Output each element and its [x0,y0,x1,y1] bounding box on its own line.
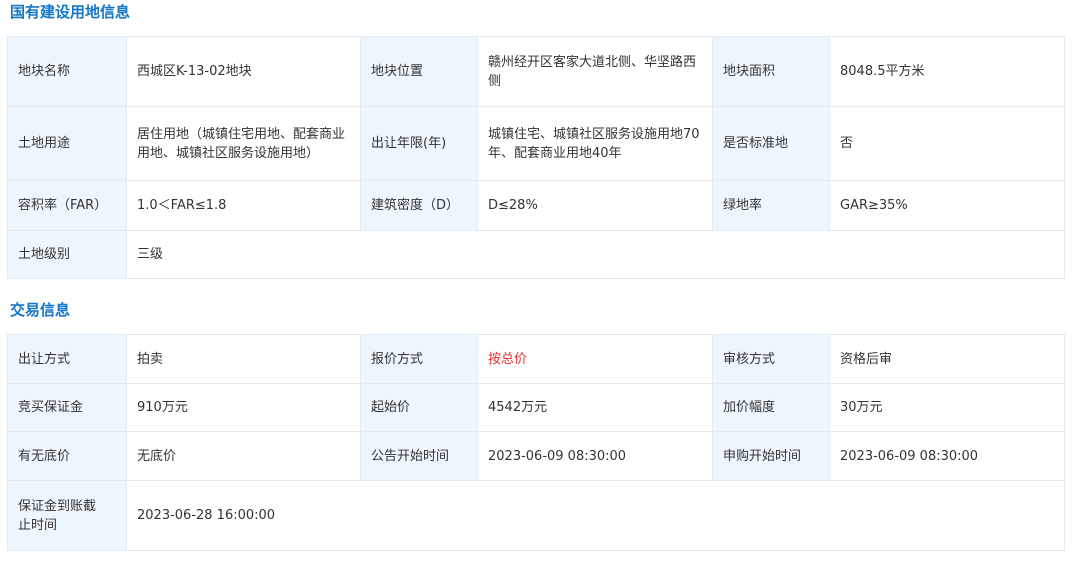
table-row: 出让方式 拍卖 报价方式 按总价 审核方式 资格后审 [7,334,1065,384]
field-value: 2023-06-09 08:30:00 [829,431,1065,481]
field-value: 按总价 [477,334,713,384]
field-label: 加价幅度 [712,383,830,432]
field-value: 30万元 [829,383,1065,432]
field-label: 出让方式 [7,334,127,384]
field-value: 1.0＜FAR≤1.8 [126,180,361,231]
field-label: 地块名称 [7,36,127,107]
section-title-transaction-info: 交易信息 [10,301,71,319]
field-label: 建筑密度（D） [360,180,478,231]
field-value: 城镇住宅、城镇社区服务设施用地70年、配套商业用地40年 [477,106,713,181]
table-row: 地块名称 西城区K-13-02地块 地块位置 赣州经开区客家大道北侧、华坚路西侧 地块面… [7,36,1065,107]
field-label: 土地级别 [7,230,127,279]
field-value: 拍卖 [126,334,361,384]
table-row: 竞买保证金 910万元 起始价 4542万元 加价幅度 30万元 [7,383,1065,432]
field-value: 居住用地（城镇住宅用地、配套商业用地、城镇社区服务设施用地） [126,106,361,181]
field-label: 保证金到账截止时间 [7,480,127,551]
field-label: 绿地率 [712,180,830,231]
field-label: 是否标准地 [712,106,830,181]
field-label: 土地用途 [7,106,127,181]
field-value: D≤28% [477,180,713,231]
field-value: 4542万元 [477,383,713,432]
field-value: 否 [829,106,1065,181]
field-label: 地块位置 [360,36,478,107]
table-row: 土地用途 居住用地（城镇住宅用地、配套商业用地、城镇社区服务设施用地） 出让年限(年… [7,106,1065,181]
table-row: 容积率（FAR） 1.0＜FAR≤1.8 建筑密度（D） D≤28% 绿地率 GAR≥35… [7,180,1065,231]
field-value: 2023-06-28 16:00:00 [126,480,1065,551]
field-value: 西城区K-13-02地块 [126,36,361,107]
section-title-land-info: 国有建设用地信息 [10,3,131,21]
field-value: 910万元 [126,383,361,432]
field-value: 资格后审 [829,334,1065,384]
field-label: 起始价 [360,383,478,432]
field-label: 地块面积 [712,36,830,107]
table-row: 土地级别 三级 [7,230,1065,279]
field-value: GAR≥35% [829,180,1065,231]
field-label: 有无底价 [7,431,127,481]
land-info-table: 地块名称 西城区K-13-02地块 地块位置 赣州经开区客家大道北侧、华坚路西侧 地块面… [7,36,1065,279]
land-info-page: 国有建设用地信息 地块名称 西城区K-13-02地块 地块位置 赣州经开区客家大道北侧… [0,0,1080,567]
field-label: 出让年限(年) [360,106,478,181]
table-row: 有无底价 无底价 公告开始时间 2023-06-09 08:30:00 申购开始时间 20… [7,431,1065,481]
transaction-info-table: 出让方式 拍卖 报价方式 按总价 审核方式 资格后审 竞买保证金 910万元 起始价 4542万元… [7,334,1065,551]
field-label: 公告开始时间 [360,431,478,481]
field-value: 无底价 [126,431,361,481]
field-label: 报价方式 [360,334,478,384]
field-label: 申购开始时间 [712,431,830,481]
table-row: 保证金到账截止时间 2023-06-28 16:00:00 [7,480,1065,551]
field-label: 容积率（FAR） [7,180,127,231]
field-value: 赣州经开区客家大道北侧、华坚路西侧 [477,36,713,107]
field-value: 8048.5平方米 [829,36,1065,107]
field-value: 三级 [126,230,1065,279]
field-label: 竞买保证金 [7,383,127,432]
field-value: 2023-06-09 08:30:00 [477,431,713,481]
field-label: 审核方式 [712,334,830,384]
